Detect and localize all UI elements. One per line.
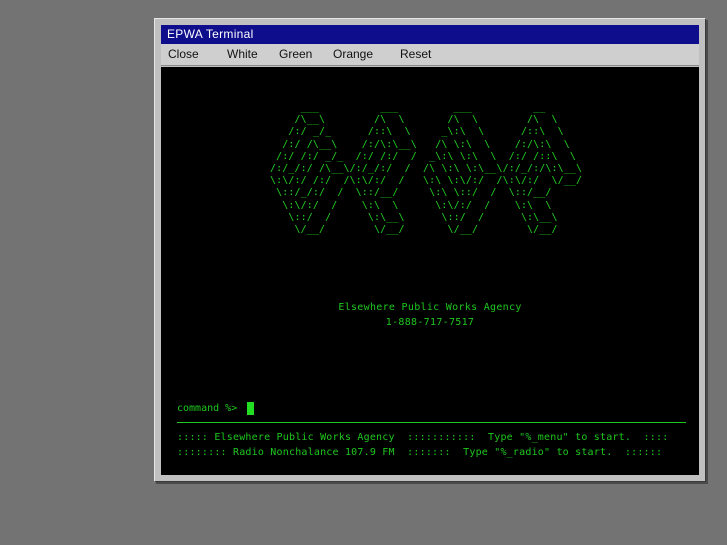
ascii-logo: ___ ___ ___ __ /\__\ /\ \ /\ \ /\ \ /:/ …: [270, 102, 583, 236]
agency-name: Elsewhere Public Works Agency: [338, 302, 522, 313]
menu-green[interactable]: Green: [279, 44, 312, 65]
status-line-agency: ::::: Elsewhere Public Works Agency ::::…: [177, 432, 669, 443]
terminal-screen[interactable]: ___ ___ ___ __ /\__\ /\ \ /\ \ /\ \ /:/ …: [161, 67, 699, 475]
window-title: EPWA Terminal: [161, 25, 699, 44]
text-cursor[interactable]: [247, 402, 254, 415]
terminal-window: EPWA Terminal Close White Green Orange R…: [154, 18, 706, 482]
agency-phone: 1-888-717-7517: [385, 317, 475, 328]
status-line-radio: :::::::: Radio Nonchalance 107.9 FM ::::…: [177, 447, 663, 458]
menu-close[interactable]: Close: [168, 44, 199, 65]
menu-white[interactable]: White: [227, 44, 258, 65]
menu-reset[interactable]: Reset: [400, 44, 431, 65]
command-prompt: command %>: [177, 403, 238, 414]
menu-bar: Close White Green Orange Reset: [161, 44, 699, 66]
terminal-divider: [177, 422, 686, 423]
menu-orange[interactable]: Orange: [333, 44, 373, 65]
